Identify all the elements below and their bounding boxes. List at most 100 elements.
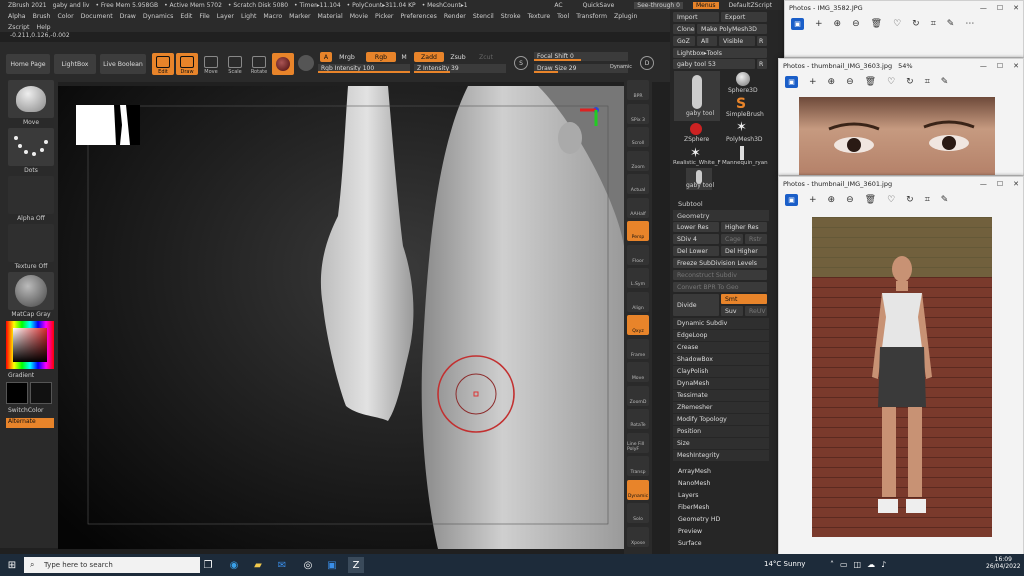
edit-mode-button[interactable]: Edit (152, 53, 174, 75)
right-shelf-button[interactable]: Transp (627, 456, 649, 476)
right-shelf-button[interactable]: Zoom (627, 150, 649, 171)
primary-color-swatch[interactable] (6, 382, 28, 404)
delete-icon[interactable]: 🗑 (865, 195, 876, 205)
tool-subpalette[interactable]: Geometry HD (678, 516, 720, 523)
default-script[interactable]: DefaultZScript (729, 2, 772, 9)
right-shelf-button[interactable]: RotaTe (627, 409, 649, 429)
color-square[interactable] (13, 328, 47, 362)
geometry-subpalette[interactable]: Crease (673, 342, 769, 353)
lightbox-tools-button[interactable]: Lightbox▸Tools (673, 48, 767, 58)
menu-layer[interactable]: Layer (217, 13, 234, 20)
menu-render[interactable]: Render (444, 13, 466, 20)
right-shelf-button[interactable]: Dynamic (627, 479, 649, 500)
close-icon[interactable]: ✕ (1013, 180, 1019, 188)
menu-picker[interactable]: Picker (375, 13, 393, 20)
export-button[interactable]: Export (721, 12, 767, 22)
make-polymesh-button[interactable]: Make PolyMesh3D (697, 24, 767, 34)
minimize-icon[interactable]: — (980, 4, 987, 12)
menu-dynamics[interactable]: Dynamics (143, 13, 174, 20)
right-shelf-button[interactable]: AAHalf (627, 197, 649, 218)
right-shelf-button[interactable]: Scroll (627, 127, 649, 147)
task-view-icon[interactable]: ❐ (200, 557, 216, 573)
d-toggle[interactable]: D (640, 56, 654, 70)
right-shelf-button[interactable]: Move (627, 362, 649, 382)
favorite-icon[interactable]: ♡ (887, 195, 895, 205)
menu-edit[interactable]: Edit (180, 13, 192, 20)
geometry-subpalette[interactable]: Tessimate (673, 390, 769, 401)
menu-transform[interactable]: Transform (576, 13, 607, 20)
realistic-star-icon[interactable]: ✶ (690, 146, 701, 161)
weather-widget[interactable]: 14°C Sunny (764, 560, 805, 568)
color-picker[interactable] (6, 321, 54, 369)
add-icon[interactable]: + (809, 195, 817, 205)
menu-draw[interactable]: Draw (120, 13, 136, 20)
gallery-icon[interactable]: ▣ (791, 18, 804, 30)
favorite-icon[interactable]: ♡ (893, 19, 901, 29)
app-icon-1[interactable]: ◎ (300, 557, 316, 573)
menu-tool[interactable]: Tool (557, 13, 569, 20)
menu-document[interactable]: Document (81, 13, 113, 20)
home-page-button[interactable]: Home Page (6, 54, 50, 74)
right-shelf-button[interactable]: ZoomD (627, 385, 649, 406)
maximize-icon[interactable]: ☐ (997, 4, 1003, 12)
right-shelf-button[interactable]: Frame (627, 338, 649, 359)
right-shelf-button[interactable]: Xpose (627, 526, 649, 547)
tool-subpalette[interactable]: NanoMesh (678, 480, 710, 487)
mail-icon[interactable]: ✉ (274, 557, 290, 573)
menu-movie[interactable]: Movie (350, 13, 368, 20)
zcut-toggle[interactable]: Zcut (474, 52, 498, 62)
alpha-thumb[interactable] (8, 176, 54, 214)
clock[interactable]: 16:09 26/04/2022 (986, 556, 1021, 570)
tool-subpalette[interactable]: Layers (678, 492, 698, 499)
geometry-subpalette[interactable]: Size (673, 438, 769, 449)
visible-button[interactable]: Visible (719, 36, 755, 46)
move-mode-button[interactable]: Move (200, 53, 222, 75)
dynamic-toggle[interactable]: Dynamic (610, 64, 632, 70)
gallery-icon[interactable]: ▣ (785, 194, 798, 206)
menus-button[interactable]: Menus (692, 1, 719, 9)
right-shelf-button[interactable]: L.Sym (627, 268, 649, 288)
z-intensity-slider[interactable]: Z Intensity 39 (414, 64, 506, 73)
maximize-icon[interactable]: ☐ (997, 180, 1003, 188)
right-shelf-button[interactable]: Actual (627, 174, 649, 194)
live-boolean-button[interactable]: Live Boolean (100, 54, 146, 74)
cage-button[interactable]: Cage (721, 234, 743, 244)
polymesh-star-icon[interactable]: ✶ (736, 120, 747, 135)
zsphere-icon[interactable] (690, 123, 702, 135)
sphere3d-icon[interactable] (736, 72, 750, 86)
gradient-label[interactable]: Gradient (8, 372, 34, 379)
lightbox-button[interactable]: LightBox (54, 54, 96, 74)
quicksave-button[interactable]: QuickSave (583, 2, 615, 9)
menu-macro[interactable]: Macro (263, 13, 282, 20)
geometry-subpalette[interactable]: Position (673, 426, 769, 437)
rstr-button[interactable]: Rstr (745, 234, 767, 244)
mannequin-icon[interactable] (740, 146, 744, 160)
photos-window-3[interactable]: Photos - thumbnail_IMG_3601.jpg — ☐ ✕ ▣ + ⊕ ⊖ 🗑… (778, 176, 1024, 556)
zadd-toggle[interactable]: Zadd (414, 52, 444, 62)
crop-icon[interactable]: ⌗ (931, 19, 936, 29)
brush-swirl-icon[interactable] (298, 55, 314, 71)
delete-icon[interactable]: 🗑 (871, 19, 882, 29)
secondary-color-swatch[interactable] (30, 382, 52, 404)
brush-thumb[interactable] (8, 80, 54, 118)
geometry-header[interactable]: Geometry (673, 210, 769, 221)
menu-color[interactable]: Color (57, 13, 73, 20)
geometry-subpalette[interactable]: MeshIntegrity (673, 450, 769, 461)
crop-icon[interactable]: ⌗ (925, 195, 930, 205)
rotate-icon[interactable]: ↻ (906, 77, 914, 87)
geometry-subpalette[interactable]: Modify Topology (673, 414, 769, 425)
reconstruct-subdiv-button[interactable]: Reconstruct Subdiv (673, 270, 767, 280)
minimize-icon[interactable]: — (980, 180, 987, 188)
right-shelf-button[interactable]: BPR (627, 80, 649, 100)
zoom-out-icon[interactable]: ⊖ (852, 19, 860, 29)
orientation-gizmo[interactable] (552, 102, 602, 162)
geometry-subpalette[interactable]: DynaMesh (673, 378, 769, 389)
windows-start-icon[interactable]: ⊞ (4, 557, 20, 573)
tray-icons[interactable]: ˄▭◫☁♪ (830, 560, 892, 569)
rotate-mode-button[interactable]: Rotate (248, 53, 270, 75)
photos-window-2[interactable]: Photos - thumbnail_IMG_3603.jpg 54% — ☐ ✕ ▣ +… (778, 58, 1024, 176)
menu-light[interactable]: Light (241, 13, 256, 20)
menu-material[interactable]: Material (318, 13, 343, 20)
right-shelf-button[interactable]: Align (627, 291, 649, 312)
suv-toggle[interactable]: Suv (721, 306, 743, 316)
